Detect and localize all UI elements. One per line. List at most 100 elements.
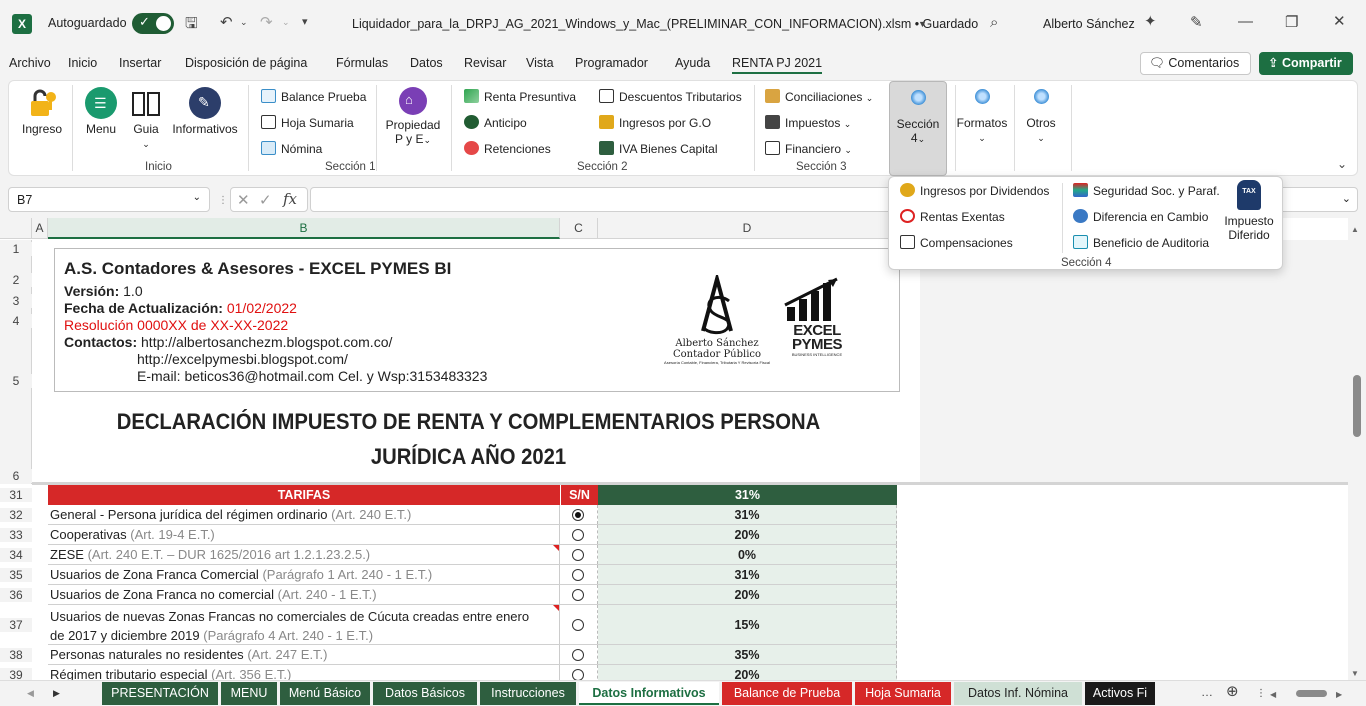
beneficio-auditoria-button[interactable]: Beneficio de Auditoria [1073, 235, 1209, 250]
row-header-5[interactable]: 5 [0, 374, 32, 388]
save-icon[interactable]: 🖫 [185, 16, 198, 31]
ingreso-button[interactable]: Ingreso [15, 87, 69, 136]
prev-sheet-icon[interactable]: ◀ [27, 686, 34, 701]
row-header-4[interactable]: 4 [0, 314, 32, 328]
cancel-icon[interactable]: ✕ [237, 193, 250, 208]
compensaciones-button[interactable]: Compensaciones [900, 235, 1013, 250]
chevron-down-icon[interactable]: ⌄ [1342, 192, 1351, 205]
descuentos-button[interactable]: Descuentos Tributarios [599, 89, 742, 104]
tarifa-radio[interactable] [572, 548, 584, 561]
row-header-31[interactable]: 31 [0, 488, 32, 502]
seccion4-button[interactable]: Sección 4⌄ [889, 81, 947, 176]
row-header-3[interactable]: 3 [0, 294, 32, 308]
sheet-tab[interactable]: MENU [221, 682, 277, 705]
customize-toolbar-icon[interactable]: ▾ [302, 15, 308, 30]
redo-dropdown-icon[interactable]: ⌄ [282, 15, 290, 30]
sheet-tab[interactable]: Menú Básico [280, 682, 370, 705]
formatos-button[interactable]: Formatos ⌄ [953, 89, 1011, 144]
restore-icon[interactable]: ❐ [1285, 15, 1298, 30]
menu-revisar[interactable]: Revisar [464, 56, 506, 70]
scroll-left-icon[interactable]: ◀ [1270, 687, 1276, 702]
row-header-36[interactable]: 36 [0, 588, 32, 602]
nomina-button[interactable]: Nómina [261, 141, 322, 156]
comment-indicator[interactable] [553, 605, 559, 611]
insert-function-button[interactable]: fx [283, 192, 297, 207]
tarifa-radio[interactable] [572, 618, 584, 631]
menu-inicio[interactable]: Inicio [68, 56, 97, 70]
tarifa-radio[interactable] [572, 528, 584, 541]
redo-icon[interactable]: ↷ [260, 15, 273, 30]
scroll-up-icon[interactable]: ▲ [1351, 222, 1359, 237]
row-header-6[interactable]: 6 [0, 469, 32, 483]
column-header-a[interactable]: A [32, 218, 48, 239]
undo-dropdown-icon[interactable]: ⌄ [240, 15, 248, 30]
sheet-tab[interactable]: PRESENTACIÓN [102, 682, 218, 705]
guia-button[interactable]: Guia ⌄ [127, 87, 165, 150]
chevron-down-icon[interactable]: ⌄ [193, 192, 201, 203]
sheet-tab[interactable]: Datos Básicos [373, 682, 477, 705]
vertical-scrollbar[interactable]: ▲ ▼ [1348, 218, 1366, 680]
minimize-icon[interactable]: — [1238, 14, 1253, 29]
rentas-exentas-button[interactable]: Rentas Exentas [900, 209, 1005, 224]
menu-renta-pj[interactable]: RENTA PJ 2021 [732, 56, 823, 74]
menu-programador[interactable]: Programador [575, 56, 648, 70]
menu-disposicion[interactable]: Disposición de página [185, 56, 307, 70]
row-header-32[interactable]: 32 [0, 508, 32, 522]
avatar[interactable]: ✦ [1144, 14, 1157, 29]
sheet-tab[interactable]: Hoja Sumaria [855, 682, 951, 705]
impuestos-button[interactable]: Impuestos ⌄ [765, 115, 851, 130]
conciliaciones-button[interactable]: Conciliaciones ⌄ [765, 89, 873, 104]
comments-button[interactable]: 🗨 Comentarios [1140, 52, 1251, 75]
sheet-tab[interactable]: Datos Inf. Nómina [954, 682, 1082, 705]
tarifa-radio[interactable] [572, 588, 584, 601]
scroll-down-icon[interactable]: ▼ [1351, 666, 1359, 681]
financiero-button[interactable]: Financiero ⌄ [765, 141, 852, 156]
seguridad-social-button[interactable]: Seguridad Soc. y Paraf. [1073, 183, 1220, 198]
tarifa-radio[interactable] [572, 648, 584, 661]
horizontal-scroll-thumb[interactable] [1296, 690, 1327, 697]
column-header-d[interactable]: D [598, 218, 897, 239]
sheet-tab[interactable]: Balance de Prueba [722, 682, 852, 705]
worksheet-grid[interactable]: A B C D 1 2 3 4 5 6 A.S. Contadores & As… [0, 218, 1366, 685]
balance-prueba-button[interactable]: Balance Prueba [261, 89, 366, 104]
diferencia-cambio-button[interactable]: Diferencia en Cambio [1073, 209, 1208, 224]
file-title[interactable]: Liquidador_para_la_DRPJ_AG_2021_Windows_… [352, 17, 978, 31]
column-header-b[interactable]: B [48, 218, 560, 239]
url1-link[interactable]: http://albertosanchezm.blogspot.com.co/ [141, 334, 392, 350]
search-icon[interactable]: ⌕ [990, 15, 998, 30]
hoja-sumaria-button[interactable]: Hoja Sumaria [261, 115, 354, 130]
enter-icon[interactable]: ✓ [259, 193, 272, 208]
menu-ayuda[interactable]: Ayuda [675, 56, 710, 70]
menu-archivo[interactable]: Archivo [9, 56, 51, 70]
iva-bienes-button[interactable]: IVA Bienes Capital [599, 141, 718, 156]
ingresos-go-button[interactable]: Ingresos por G.O [599, 115, 711, 130]
menu-vista[interactable]: Vista [526, 56, 554, 70]
add-sheet-icon[interactable]: ⊕ [1226, 684, 1239, 699]
tarifa-radio[interactable] [572, 668, 584, 681]
sheet-tab[interactable]: Datos Informativos [579, 682, 719, 705]
title-dropdown-icon[interactable]: ▼ [918, 17, 927, 32]
row-header-38[interactable]: 38 [0, 648, 32, 662]
undo-icon[interactable]: ↶ [220, 15, 233, 30]
otros-button[interactable]: Otros ⌄ [1019, 89, 1063, 144]
next-sheet-icon[interactable]: ▶ [53, 686, 60, 701]
ingresos-dividendos-button[interactable]: Ingresos por Dividendos [900, 183, 1049, 198]
menu-insertar[interactable]: Insertar [119, 56, 161, 70]
impuesto-diferido-button[interactable]: TAX Impuesto Diferido [1221, 180, 1277, 242]
menu-datos[interactable]: Datos [410, 56, 443, 70]
row-header-37[interactable]: 37 [0, 618, 32, 632]
row-header-35[interactable]: 35 [0, 568, 32, 582]
menu-formulas[interactable]: Fórmulas [336, 56, 388, 70]
scroll-thumb[interactable] [1353, 375, 1361, 437]
anticipo-button[interactable]: Anticipo [464, 115, 527, 130]
tarifa-radio[interactable] [572, 568, 584, 581]
retenciones-button[interactable]: Retenciones [464, 141, 551, 156]
row-header-2[interactable]: 2 [0, 273, 32, 287]
menu-button[interactable]: ☰ Menu [79, 87, 123, 136]
share-button[interactable]: ⇪ Compartir [1259, 52, 1353, 75]
tarifa-radio[interactable] [572, 508, 584, 521]
row-header-34[interactable]: 34 [0, 548, 32, 562]
name-box[interactable]: B7 ⌄ [8, 187, 210, 212]
row-header-33[interactable]: 33 [0, 528, 32, 542]
informativos-button[interactable]: ✎ Informativos [169, 87, 241, 136]
